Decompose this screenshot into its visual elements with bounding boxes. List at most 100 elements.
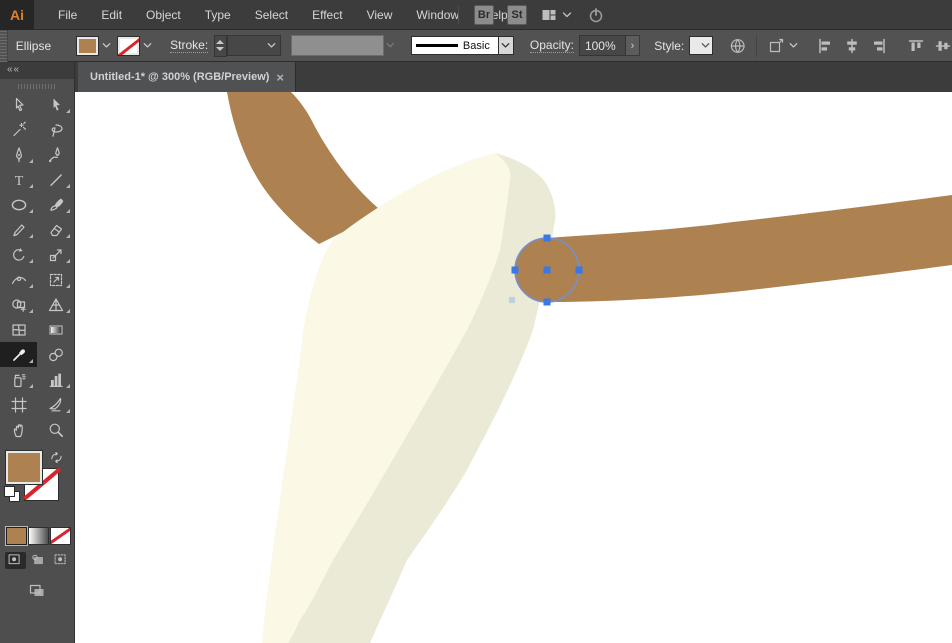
tool-pen[interactable]	[0, 142, 37, 167]
color-button[interactable]	[7, 528, 26, 544]
hand-icon	[10, 421, 28, 439]
gradient-button[interactable]	[29, 528, 48, 544]
stepper-down-icon[interactable]	[216, 47, 225, 51]
panel-drag-grip[interactable]	[18, 84, 56, 89]
free-transform-icon	[47, 271, 65, 289]
eraser-icon	[47, 221, 65, 239]
opacity-input[interactable]: 100%	[578, 35, 626, 56]
draw-behind-button[interactable]	[28, 552, 49, 569]
stroke-weight-label[interactable]: Stroke:	[170, 38, 209, 53]
menu-item-file[interactable]: File	[46, 0, 89, 30]
width-icon	[10, 271, 28, 289]
power-gpu-icon[interactable]	[587, 6, 605, 24]
tool-scale[interactable]	[37, 242, 74, 267]
tool-zoom[interactable]	[37, 417, 74, 442]
fill-indicator[interactable]	[6, 451, 42, 484]
menu-bar: Ai File Edit Object Type Select Effect View Win…	[0, 0, 952, 30]
graphic-style-combo[interactable]	[689, 36, 713, 55]
tool-direct-selection[interactable]	[37, 92, 74, 117]
align-left-icon[interactable]	[816, 37, 834, 55]
tool-symbol-sprayer[interactable]	[0, 367, 37, 392]
stroke-none-swatch[interactable]	[118, 36, 140, 55]
tool-eyedropper[interactable]	[0, 342, 37, 367]
tool-blend[interactable]	[37, 342, 74, 367]
align-middle-icon[interactable]	[934, 37, 952, 55]
canvas[interactable]	[75, 92, 952, 643]
tool-gradient[interactable]	[37, 317, 74, 342]
swap-fill-stroke-icon[interactable]	[49, 450, 64, 465]
curvature-icon	[47, 146, 65, 164]
opacity-label[interactable]: Opacity:	[529, 38, 574, 53]
selection-ghost-anchor[interactable]	[509, 297, 515, 303]
tool-slice[interactable]	[37, 392, 74, 417]
tool-artboard[interactable]	[0, 392, 37, 417]
tool-paintbrush[interactable]	[37, 192, 74, 217]
variable-width-profile-combo[interactable]	[291, 35, 385, 56]
rotate-icon	[10, 246, 28, 264]
brush-preview[interactable]: Basic	[410, 36, 499, 55]
tool-shaper[interactable]	[0, 217, 37, 242]
menu-item-view[interactable]: View	[355, 0, 405, 30]
brush-definition-combo[interactable]: Basic	[410, 36, 514, 55]
menu-item-edit[interactable]: Edit	[89, 0, 134, 30]
align-top-icon[interactable]	[907, 37, 925, 55]
stroke-color-combo[interactable]	[118, 36, 154, 55]
stroke-weight-combo[interactable]	[226, 35, 282, 56]
tool-width[interactable]	[0, 267, 37, 292]
bridge-button[interactable]: Br	[474, 5, 494, 25]
tool-rotate[interactable]	[0, 242, 37, 267]
tool-type[interactable]: T	[0, 167, 37, 192]
draw-inside-button[interactable]	[51, 552, 72, 569]
opacity-expand-button[interactable]: ›	[625, 35, 641, 56]
control-bar-grip[interactable]	[0, 29, 8, 62]
tool-shape-builder[interactable]	[0, 292, 37, 317]
menu-item-object[interactable]: Object	[134, 0, 193, 30]
pen-icon	[10, 146, 28, 164]
handle-left[interactable]	[511, 266, 519, 274]
tool-mesh[interactable]	[0, 317, 37, 342]
menu-item-select[interactable]: Select	[243, 0, 300, 30]
tool-lasso[interactable]	[37, 117, 74, 142]
fill-color-combo[interactable]	[77, 36, 113, 55]
brush-combo-chevron[interactable]	[498, 36, 514, 55]
selection-icon	[10, 96, 28, 114]
stock-button[interactable]: St	[507, 5, 527, 25]
handle-top[interactable]	[543, 234, 551, 242]
tool-free-transform[interactable]	[37, 267, 74, 292]
chevron-down-icon	[699, 39, 712, 52]
handle-bottom[interactable]	[543, 298, 551, 306]
panel-collapse-button[interactable]: ««	[0, 62, 74, 79]
default-fill-stroke-icon[interactable]	[5, 487, 21, 503]
tool-ellipse[interactable]	[0, 192, 37, 217]
transform-widget[interactable]	[767, 37, 800, 55]
menu-item-effect[interactable]: Effect	[300, 0, 354, 30]
stepper-up-icon[interactable]	[216, 40, 225, 44]
tool-magic-wand[interactable]	[0, 117, 37, 142]
handle-center[interactable]	[543, 266, 551, 274]
tool-hand[interactable]	[0, 417, 37, 442]
fill-color-swatch[interactable]	[77, 36, 99, 55]
tool-selection[interactable]	[0, 92, 37, 117]
screen-mode-button[interactable]	[26, 581, 48, 599]
corner-widget-icon	[767, 37, 785, 55]
chevron-down-icon	[787, 39, 800, 52]
workspace-switcher[interactable]	[540, 6, 574, 24]
tool-eraser[interactable]	[37, 217, 74, 242]
document-setup-globe-icon[interactable]	[729, 37, 746, 55]
document-tab[interactable]: Untitled-1* @ 300% (RGB/Preview) ×	[78, 62, 296, 92]
align-center-icon[interactable]	[843, 37, 861, 55]
color-type-buttons	[0, 522, 74, 544]
align-right-icon[interactable]	[870, 37, 888, 55]
draw-normal-button[interactable]	[5, 552, 26, 569]
artboard-icon	[10, 396, 28, 414]
menu-item-type[interactable]: Type	[193, 0, 243, 30]
handle-right[interactable]	[575, 266, 583, 274]
stroke-weight-stepper[interactable]	[214, 34, 227, 57]
tool-perspective-grid[interactable]	[37, 292, 74, 317]
tool-column-graph[interactable]	[37, 367, 74, 392]
tool-curvature[interactable]	[37, 142, 74, 167]
none-button[interactable]	[51, 528, 70, 544]
tab-close-icon[interactable]: ×	[273, 70, 287, 85]
tool-line-segment[interactable]	[37, 167, 74, 192]
shape-builder-icon	[10, 296, 28, 314]
